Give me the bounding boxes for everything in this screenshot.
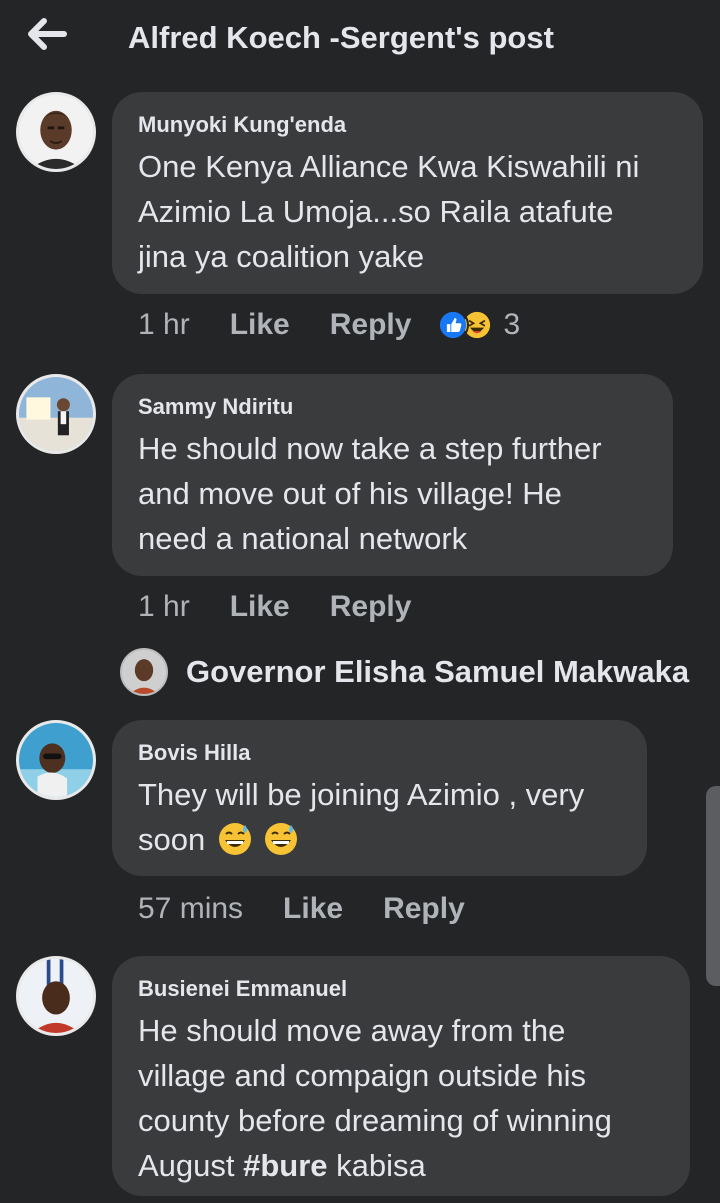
text-line: soon [138,817,621,862]
arrow-left-icon [28,18,67,50]
comment-text: They will be joining Azimio , very soon [138,772,621,862]
scrollbar-handle[interactable] [706,786,720,986]
comment-bubble[interactable]: Sammy Ndiritu He should now take a step … [112,374,673,576]
comment-actions: 57 mins Like Reply [138,892,465,926]
grinning-sweat-emoji [265,823,298,855]
avatar[interactable] [16,720,96,800]
reply-button[interactable]: Reply [330,308,412,342]
text-line: village and compaign outside his [138,1058,587,1093]
reaction-count: 3 [503,308,521,341]
reply-author[interactable]: Governor Elisha Samuel Makwaka [186,654,689,690]
comment-author[interactable]: Sammy Ndiritu [138,394,647,420]
profile-photo [19,723,93,797]
header: Alfred Koech -Sergent's post [0,0,720,80]
text-line: need a national network [138,521,468,556]
text-line: county before dreaming of winning [138,1103,612,1138]
avatar[interactable] [16,374,96,454]
avatar[interactable] [120,648,168,696]
text-fragment: kabisa [327,1148,426,1183]
profile-photo [19,95,93,169]
text-line: Azimio La Umoja...so Raila atafute [138,194,614,229]
comment-author[interactable]: Munyoki Kung'enda [138,112,677,138]
like-button[interactable]: Like [230,590,290,624]
comments-screen: Alfred Koech -Sergent's post Munyoki Kun… [0,0,720,1203]
text-fragment: soon [138,822,206,857]
text-line: He should move away from the [138,1013,566,1048]
text-line: jina ya coalition yake [138,239,425,274]
comment-text: One Kenya Alliance Kwa Kiswahili ni Azim… [138,144,677,279]
profile-photo [19,377,93,451]
text-line: August #bure kabisa [138,1143,664,1188]
avatar[interactable] [16,956,96,1036]
comment-bubble[interactable]: Bovis Hilla They will be joining Azimio … [112,720,647,876]
profile-photo [19,959,93,1033]
like-button[interactable]: Like [230,308,290,342]
comment-bubble[interactable]: Munyoki Kung'enda One Kenya Alliance Kwa… [112,92,703,294]
text-line: and move out of his village! He [138,476,562,511]
comment-time[interactable]: 1 hr [138,308,190,342]
text-line: They will be joining Azimio , very [138,777,585,812]
hashtag-link[interactable]: #bure [243,1148,327,1183]
post-title: Alfred Koech -Sergent's post [128,20,554,55]
comment-text: He should move away from the village and… [138,1008,664,1188]
reply-preview[interactable]: Governor Elisha Samuel Makwaka [120,648,689,696]
comment-time[interactable]: 57 mins [138,892,243,926]
reactions-summary[interactable]: 3 [437,308,520,342]
back-button[interactable] [26,14,70,54]
avatar[interactable] [16,92,96,172]
text-fragment: August [138,1148,244,1183]
grinning-sweat-emoji [218,823,251,855]
comment-author[interactable]: Bovis Hilla [138,740,621,766]
text-line: He should now take a step further [138,431,602,466]
text-line: One Kenya Alliance Kwa Kiswahili ni [138,149,640,184]
like-button[interactable]: Like [283,892,343,926]
comment-time[interactable]: 1 hr [138,590,190,624]
profile-photo [122,650,166,694]
comment-text: He should now take a step further and mo… [138,426,647,561]
reply-button[interactable]: Reply [383,892,465,926]
comment-bubble[interactable]: Busienei Emmanuel He should move away fr… [112,956,690,1196]
comment-actions: 1 hr Like Reply 3 [138,308,520,342]
reply-button[interactable]: Reply [330,590,412,624]
comment-author[interactable]: Busienei Emmanuel [138,976,664,1002]
comment-actions: 1 hr Like Reply [138,590,411,624]
